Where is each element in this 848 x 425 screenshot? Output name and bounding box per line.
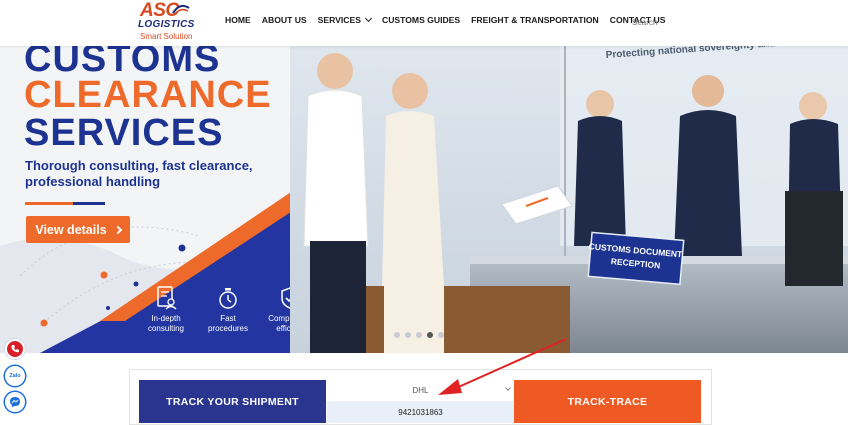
view-details-label: View details xyxy=(35,222,107,237)
slider-dots xyxy=(394,332,444,338)
slider-dot-5[interactable] xyxy=(438,332,444,338)
slider-dot-3[interactable] xyxy=(416,332,422,338)
feature-fast: Fast procedures xyxy=(202,286,254,334)
nav-about-us-label: ABOUT US xyxy=(261,15,307,25)
main-nav: HOME ABOUT US SERVICES CUSTOMS GUIDES FR… xyxy=(225,14,676,25)
nav-services[interactable]: SERVICES xyxy=(317,14,373,25)
hero-subtitle: Thorough consulting, fast clearance, pro… xyxy=(25,158,253,189)
nav-services-label: SERVICES xyxy=(317,15,361,25)
nav-customs-guides[interactable]: CUSTOMS GUIDES xyxy=(382,15,460,25)
chevron-right-icon xyxy=(113,225,122,234)
search-input[interactable] xyxy=(626,12,716,32)
chevron-down-icon xyxy=(505,385,511,391)
view-details-button[interactable]: View details xyxy=(26,216,130,243)
slider-dot-4[interactable] xyxy=(427,332,433,338)
hero-divider xyxy=(25,202,105,205)
zalo-button[interactable]: Zalo xyxy=(5,366,25,386)
nav-customs-guides-label: CUSTOMS GUIDES xyxy=(381,15,461,25)
document-user-icon xyxy=(157,286,177,310)
site-logo[interactable]: ASC LOGISTICS Smart Solution xyxy=(134,0,198,42)
phone-button[interactable] xyxy=(5,339,25,359)
slider-dot-2[interactable] xyxy=(405,332,411,338)
site-header: ASC LOGISTICS Smart Solution HOME ABOUT … xyxy=(0,0,848,46)
hero-title-line2: CLEARANCE xyxy=(24,74,272,116)
feature-consulting: In-depth consulting xyxy=(140,286,192,334)
messenger-button[interactable] xyxy=(5,392,25,412)
nav-freight-transportation[interactable]: FREIGHT & TRANSPORTATION xyxy=(471,15,599,25)
hero-banner: CUSTOMS CLEARANCE SERVICES Thorough cons… xyxy=(0,46,848,353)
feature-consulting-label: In-depth consulting xyxy=(147,314,185,333)
carrier-select[interactable]: DHL xyxy=(327,380,514,401)
page: ASC LOGISTICS Smart Solution HOME ABOUT … xyxy=(0,0,848,425)
messenger-icon xyxy=(10,397,20,407)
phone-icon xyxy=(11,345,19,353)
nav-about-us[interactable]: ABOUT US xyxy=(262,15,307,25)
zalo-icon: Zalo xyxy=(9,373,21,379)
logo-tagline: Smart Solution xyxy=(140,32,193,41)
hero-title-line3: SERVICES xyxy=(24,112,224,154)
track-trace-button[interactable]: TRACK-TRACE xyxy=(514,380,701,423)
track-shipment-label: TRACK YOUR SHIPMENT xyxy=(139,380,326,423)
hero-left-panel: CUSTOMS CLEARANCE SERVICES Thorough cons… xyxy=(0,46,312,353)
feature-fast-label: Fast procedures xyxy=(207,314,249,333)
tracking-number-input[interactable] xyxy=(327,401,514,423)
customs-office-photo: Protecting national sovereignty and inte… xyxy=(290,46,848,353)
logo-name: LOGISTICS xyxy=(138,19,195,30)
slider-dot-1[interactable] xyxy=(394,332,400,338)
nav-freight-label: FREIGHT & TRANSPORTATION xyxy=(471,15,599,25)
logo-swoosh-icon xyxy=(172,4,190,15)
chevron-down-icon xyxy=(364,14,373,23)
stopwatch-icon xyxy=(219,288,237,309)
nav-home[interactable]: HOME xyxy=(225,15,251,25)
carrier-value: DHL xyxy=(412,386,429,395)
nav-home-label: HOME xyxy=(225,15,251,25)
